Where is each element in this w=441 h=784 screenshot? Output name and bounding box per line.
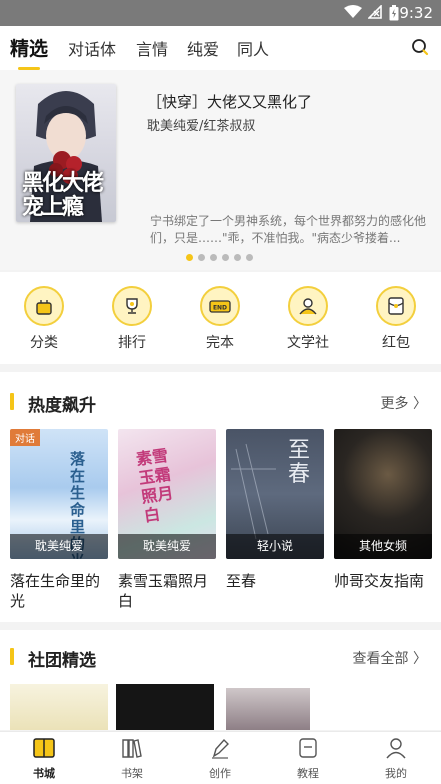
banner-book-description: 宁书绑定了一个男神系统，每个世界都努力的感化他们，只是……"乖，不准怕我。"病态… xyxy=(150,214,427,245)
pen-icon xyxy=(212,738,229,759)
chevron-right-icon: 〉 xyxy=(413,651,427,667)
cover-title-art: 黑化大佬宠上瘾 xyxy=(22,171,104,220)
book-title[interactable]: 素雪玉霜照月白 xyxy=(118,571,216,611)
chevron-right-icon: 〉 xyxy=(413,396,427,412)
club-book-cover[interactable] xyxy=(116,684,214,730)
section-accent-bar xyxy=(10,648,14,665)
shortcut-completed[interactable]: END 完本 xyxy=(190,286,250,352)
shortcut-category[interactable]: 分类 xyxy=(14,286,74,352)
book-title[interactable]: 落在生命里的光 xyxy=(10,571,108,611)
section-title: 社团精选 xyxy=(28,651,96,671)
more-link[interactable]: 更多 〉 xyxy=(381,393,427,413)
shortcut-ranking[interactable]: 排行 xyxy=(102,286,162,352)
status-time: 9:32 xyxy=(399,4,433,22)
book-category: 其他女频 xyxy=(334,534,432,559)
book-cover: 素雪玉霜照月白 耽美纯爱 xyxy=(118,429,216,559)
banner-book-author: 耽美纯爱/红茶叔叔 xyxy=(147,119,256,134)
end-tag-icon: END xyxy=(200,286,240,326)
carousel-dot xyxy=(234,254,241,261)
shortcut-label: 完本 xyxy=(206,335,234,351)
hot-rising-section: 热度飙升 更多 〉 对话 落在生命里的光 耽美纯爱 落在生命里的光 素雪玉霜照月… xyxy=(0,372,441,622)
nav-label: 我的 xyxy=(385,767,407,780)
featured-banner[interactable]: 黑化大佬宠上瘾 ［快穿］大佬又又黑化了 耽美纯爱/红茶叔叔 宁书绑定了一个男神系… xyxy=(0,70,441,270)
shortcut-label: 分类 xyxy=(30,335,58,351)
nav-profile[interactable]: 我的 xyxy=(366,737,426,781)
book-category: 轻小说 xyxy=(226,534,324,559)
tab-bl[interactable]: 纯爱 xyxy=(187,36,219,60)
wifi-icon xyxy=(344,5,362,18)
nav-create[interactable]: 创作 xyxy=(190,737,250,781)
svg-text:END: END xyxy=(213,305,227,312)
battery-charging-icon xyxy=(389,5,399,21)
dialogue-tag: 对话 xyxy=(10,429,40,446)
view-all-label: 查看全部 xyxy=(352,651,409,667)
tab-fanfic[interactable]: 同人 xyxy=(237,36,269,60)
nav-label: 教程 xyxy=(297,767,319,780)
carousel-dot xyxy=(210,254,217,261)
shortcut-label: 红包 xyxy=(382,335,410,351)
carousel-dot xyxy=(198,254,205,261)
nav-label: 书城 xyxy=(33,767,55,780)
book-card[interactable]: 素雪玉霜照月白 耽美纯爱 素雪玉霜照月白 xyxy=(118,429,216,611)
book-card[interactable]: 至春 轻小说 至春 xyxy=(226,429,324,591)
shopping-bag-icon xyxy=(24,286,64,326)
status-bar: 9:32 xyxy=(0,0,441,26)
book-card[interactable]: 对话 落在生命里的光 耽美纯爱 落在生命里的光 xyxy=(10,429,108,611)
banner-book-title[interactable]: ［快穿］大佬又又黑化了 xyxy=(147,91,312,112)
category-shortcuts: 分类 排行 END 完本 文学社 红包 xyxy=(0,272,441,364)
nav-label: 创作 xyxy=(209,767,231,780)
section-accent-bar xyxy=(10,393,14,410)
tab-featured[interactable]: 精选 xyxy=(10,34,48,61)
shortcut-red-envelope[interactable]: 红包 xyxy=(366,286,426,352)
nav-label: 书架 xyxy=(121,767,143,780)
book-title[interactable]: 至春 xyxy=(226,571,324,591)
book-cover: 其他女频 xyxy=(334,429,432,559)
book-cover: 至春 轻小说 xyxy=(226,429,324,559)
book-card[interactable]: 其他女频 帅哥交友指南 xyxy=(334,429,432,591)
bookshelf-icon xyxy=(122,739,142,758)
section-title: 热度飙升 xyxy=(28,396,96,416)
carousel-dot-active xyxy=(186,254,193,261)
nav-bookstore[interactable]: 书城 xyxy=(14,737,74,781)
shortcut-label: 文学社 xyxy=(287,335,329,351)
book-open-icon xyxy=(33,738,55,758)
search-icon[interactable] xyxy=(411,38,429,56)
red-envelope-icon xyxy=(376,286,416,326)
nav-bookshelf[interactable]: 书架 xyxy=(102,737,162,781)
book-category: 耽美纯爱 xyxy=(10,534,108,559)
nav-tutorial[interactable]: 教程 xyxy=(278,737,338,781)
shortcut-literary-club[interactable]: 文学社 xyxy=(278,286,338,352)
signal-off-icon xyxy=(368,5,382,19)
view-all-link[interactable]: 查看全部 〉 xyxy=(353,648,427,668)
club-book-cover[interactable] xyxy=(10,684,108,730)
cover-title-art: 素雪玉霜照月白 xyxy=(134,445,175,526)
person-icon xyxy=(386,738,406,759)
banner-book-cover[interactable]: 黑化大佬宠上瘾 xyxy=(16,84,116,222)
book-category: 耽美纯爱 xyxy=(118,534,216,559)
shortcut-label: 排行 xyxy=(118,335,146,351)
book-cover: 对话 落在生命里的光 耽美纯爱 xyxy=(10,429,108,559)
tab-dialogue[interactable]: 对话体 xyxy=(68,36,116,60)
club-picks-section: 社团精选 查看全部 〉 xyxy=(0,630,441,730)
top-tab-bar: 精选 对话体 言情 纯爱 同人 xyxy=(0,26,441,70)
tab-romance[interactable]: 言情 xyxy=(136,36,168,60)
more-label: 更多 xyxy=(380,396,409,412)
club-book-cover[interactable] xyxy=(226,688,310,730)
carousel-dot xyxy=(222,254,229,261)
tutorial-icon xyxy=(299,738,317,758)
book-title[interactable]: 帅哥交友指南 xyxy=(334,571,432,591)
people-icon xyxy=(288,286,328,326)
carousel-dot xyxy=(246,254,253,261)
bottom-navigation: 书城 书架 创作 教程 我的 xyxy=(0,731,441,784)
trophy-icon xyxy=(112,286,152,326)
